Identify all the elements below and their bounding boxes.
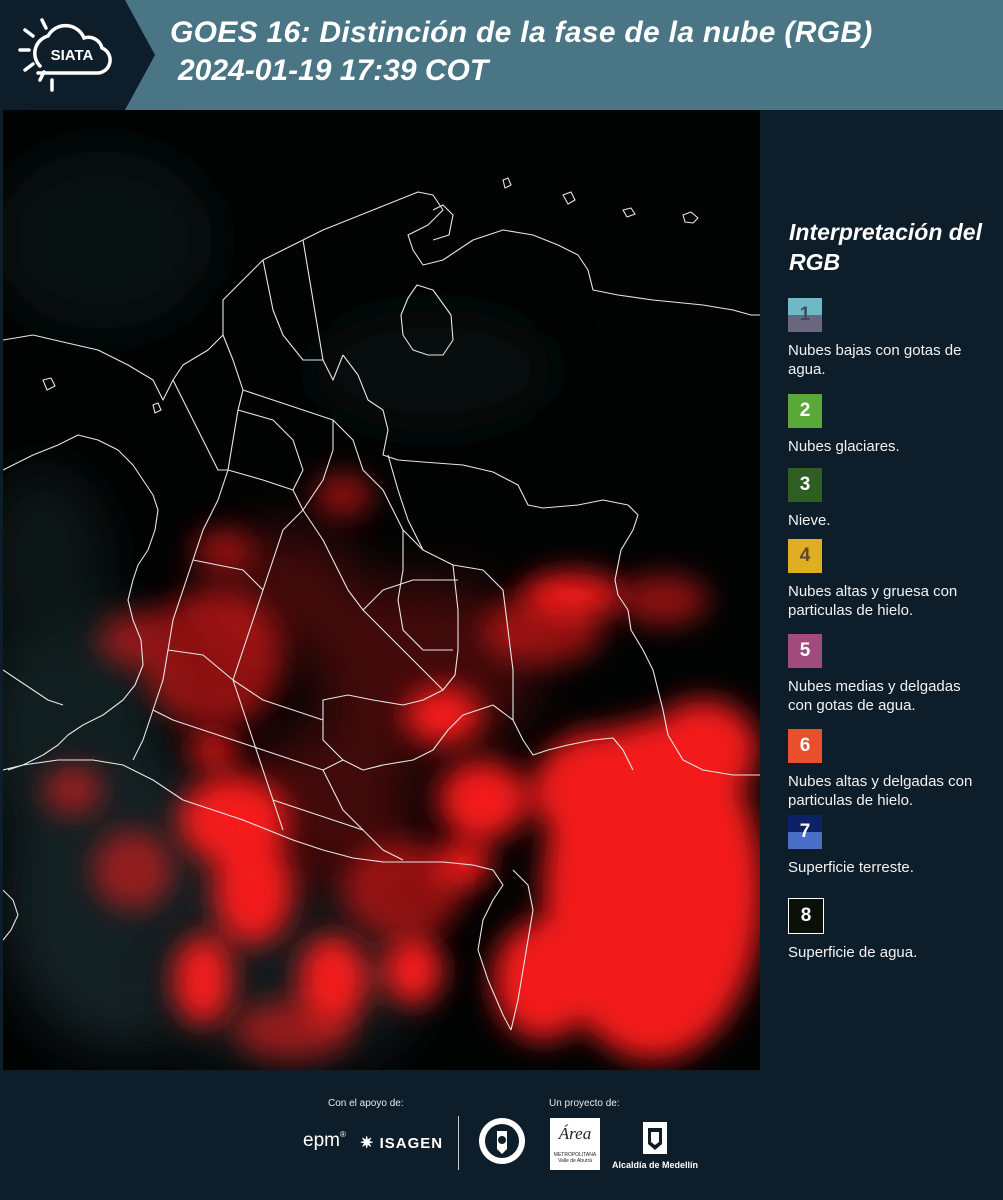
legend-item: 6 Nubes altas y delgadas con particulas d…: [788, 729, 988, 810]
legend-item-label: Nubes glaciares.: [788, 438, 900, 455]
epm-logo: epm®: [303, 1130, 346, 1151]
isagen-logo-text: ISAGEN: [379, 1135, 444, 1152]
legend-swatch: 5: [788, 634, 822, 668]
area-logo-sub2: Valle de Aburrá: [558, 1158, 592, 1164]
legend-swatch: 6: [788, 729, 822, 763]
legend-swatch: 2: [788, 394, 822, 428]
legend-swatch-number: 4: [799, 545, 811, 566]
legend-swatch-number: 6: [799, 735, 811, 756]
siata-logo-text: SIATA: [51, 47, 94, 64]
legend-swatch-number: 8: [800, 905, 812, 926]
legend-swatch: 7: [788, 815, 822, 849]
legend-swatch: 4: [788, 539, 822, 573]
legend-item-label: Nubes altas y gruesa con particulas de h…: [788, 583, 958, 619]
legend-item: 3 Nieve.: [788, 468, 988, 530]
header-bar: SIATA GOES 16: Distinción de la fase de …: [0, 0, 1003, 110]
legend-item: 2 Nubes glaciares.: [788, 394, 988, 456]
alcaldia-crest-icon: [641, 1120, 669, 1161]
legend-item: 1 Nubes bajas con gotas de agua.: [788, 298, 988, 379]
legend-panel: Interpretación del RGB 1 Nubes bajas con …: [760, 110, 1003, 1070]
legend-swatch-number: 1: [799, 304, 811, 325]
isagen-logo: ✷ ISAGEN: [360, 1135, 444, 1152]
legend-swatch-number: 2: [799, 400, 811, 421]
legend-item: 5 Nubes medias y delgadas con gotas de ag…: [788, 634, 988, 715]
project-label: Un proyecto de:: [549, 1098, 620, 1109]
legend-item: 4 Nubes altas y gruesa con particulas de …: [788, 539, 988, 620]
legend-swatch: 8: [788, 898, 824, 934]
legend-swatch-number: 7: [799, 821, 811, 842]
legend-swatch: 3: [788, 468, 822, 502]
legend-item-label: Nubes altas y delgadas con particulas de…: [788, 773, 973, 809]
legend-item: 7 Superficie terreste.: [788, 815, 988, 877]
footer-divider: [458, 1116, 459, 1170]
university-seal-logo: [477, 1116, 527, 1171]
legend-swatch-number: 3: [799, 474, 811, 495]
alcaldia-label: Alcaldía de Medellín: [612, 1160, 699, 1170]
epm-logo-text: epm: [303, 1130, 340, 1151]
legend-swatch-number: 5: [799, 640, 811, 661]
support-label: Con el apoyo de:: [328, 1098, 404, 1109]
satellite-map: [3, 110, 760, 1070]
siata-logo: SIATA: [0, 0, 155, 110]
area-logo-text: Área: [558, 1124, 592, 1143]
area-metropolitana-logo: Área METROPOLITANA Valle de Aburrá: [550, 1118, 600, 1170]
legend-item: 8 Superficie de agua.: [788, 898, 988, 962]
legend-title: Interpretación del RGB: [789, 219, 982, 275]
legend-item-label: Superficie de agua.: [788, 944, 918, 961]
page-title: GOES 16: Distinción de la fase de la nub…: [170, 16, 873, 49]
page-timestamp: 2024-01-19 17:39 COT: [178, 54, 489, 87]
legend-item-label: Nubes medias y delgadas con gotas de agu…: [788, 678, 961, 714]
legend-item-label: Nubes bajas con gotas de agua.: [788, 342, 962, 378]
legend-item-label: Nieve.: [788, 512, 831, 529]
legend-swatch: 1: [788, 298, 822, 332]
footer: Con el apoyo de: Un proyecto de: epm® ✷ …: [0, 1070, 1003, 1200]
legend-item-label: Superficie terreste.: [788, 859, 914, 876]
